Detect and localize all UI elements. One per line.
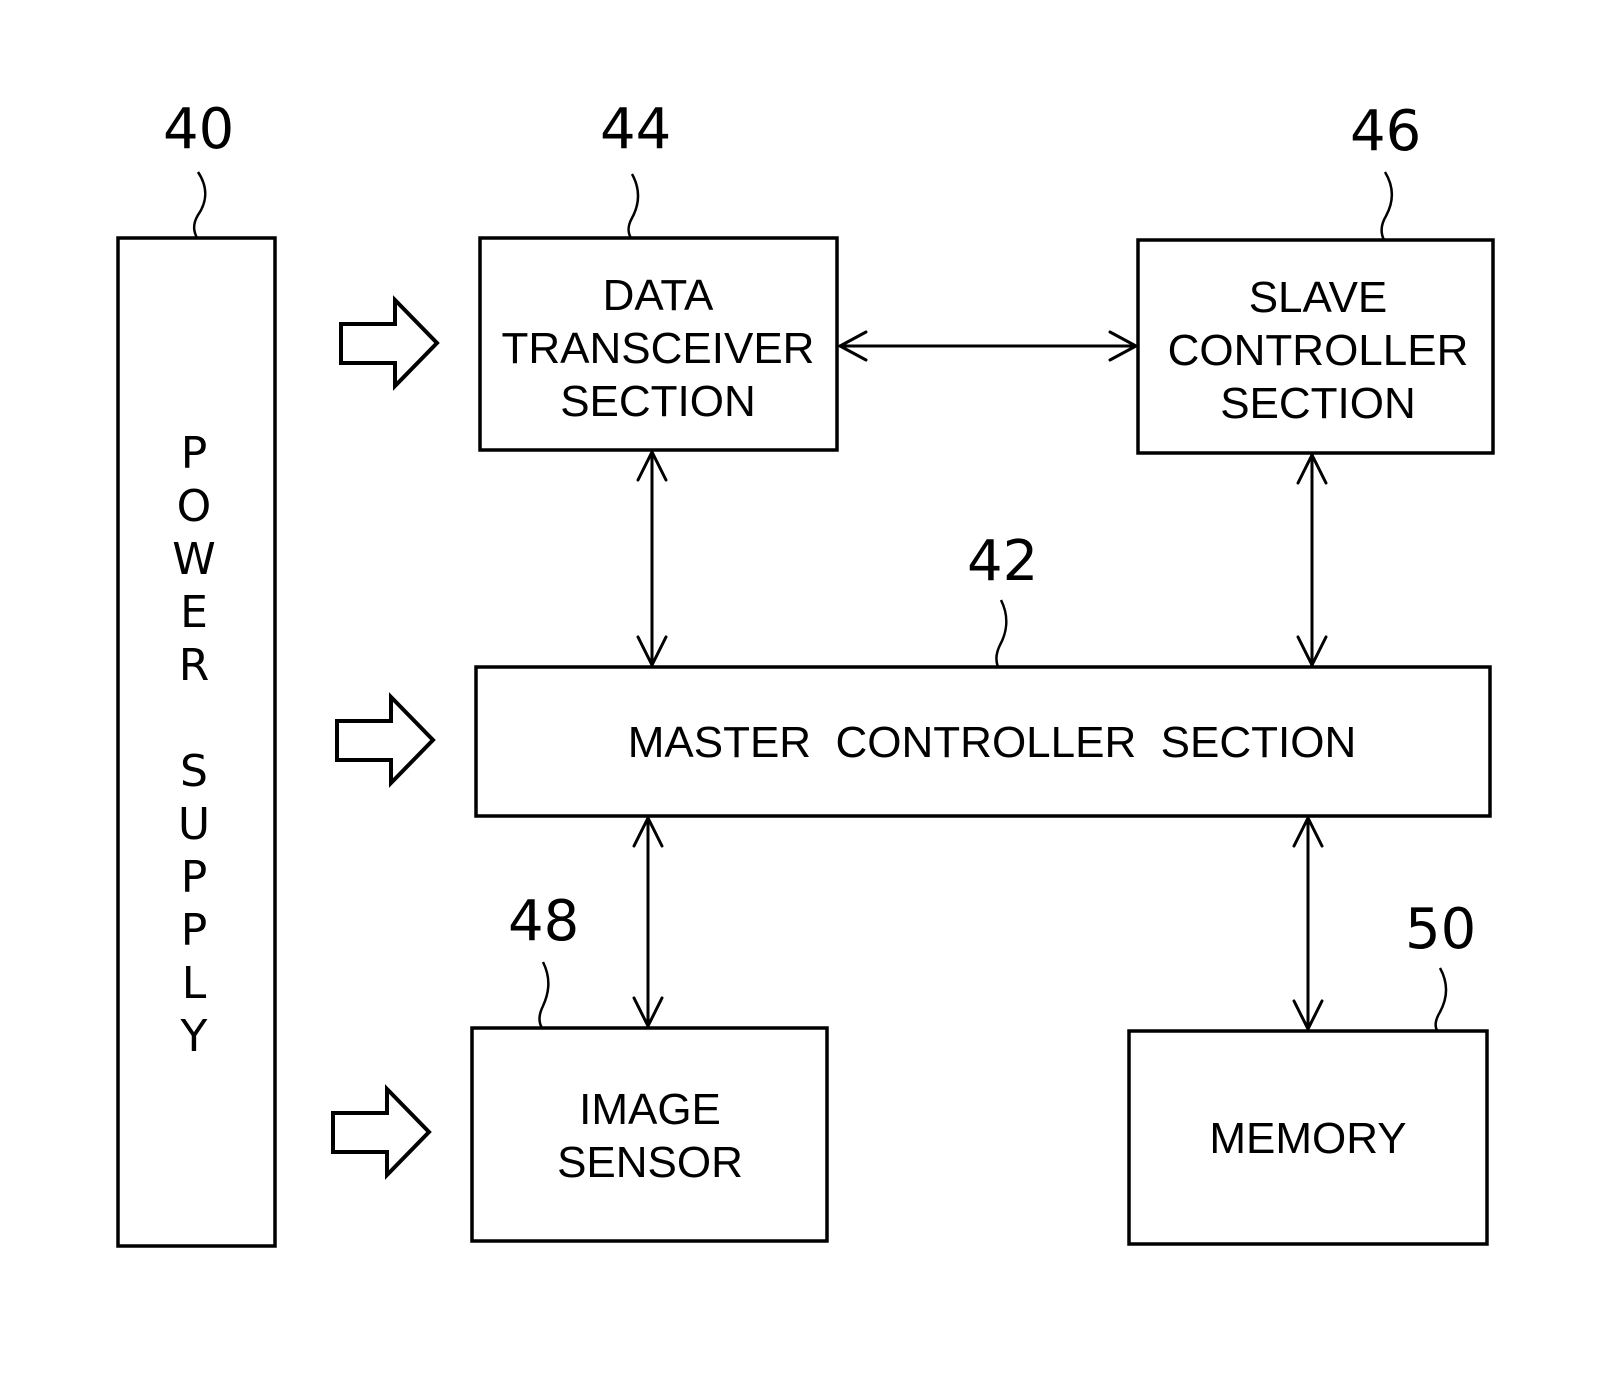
connector-transceiver-slave bbox=[836, 330, 1140, 362]
data-transceiver-block: DATA TRANSCEIVER SECTION bbox=[478, 236, 839, 452]
power-feed-arrow-icon bbox=[335, 692, 436, 788]
connector-master-image-sensor bbox=[632, 814, 664, 1030]
ref-42: 42 bbox=[967, 529, 1038, 594]
ref-46: 46 bbox=[1350, 99, 1421, 164]
power-supply-letter: P bbox=[181, 905, 208, 956]
image-sensor-label-line-1: IMAGE bbox=[579, 1085, 721, 1134]
image-sensor-box bbox=[470, 1026, 829, 1243]
ref-50: 50 bbox=[1405, 897, 1476, 962]
power-supply-letter: Y bbox=[180, 1011, 208, 1062]
slave-controller-label-line-2: CONTROLLER bbox=[1168, 326, 1469, 375]
power-supply-letter: E bbox=[180, 587, 208, 638]
image-sensor-block: IMAGE SENSOR bbox=[470, 1026, 829, 1243]
master-controller-block: MASTER CONTROLLER SECTION bbox=[474, 665, 1492, 818]
ref-44: 44 bbox=[600, 97, 671, 162]
power-supply-letter: R bbox=[179, 640, 210, 691]
power-feed-arrow-icon bbox=[339, 295, 440, 391]
slave-controller-block: SLAVE CONTROLLER SECTION bbox=[1136, 238, 1495, 455]
data-transceiver-label-line-3: SECTION bbox=[560, 377, 756, 426]
image-sensor-label-line-2: SENSOR bbox=[557, 1138, 743, 1187]
power-feed-arrow-icon bbox=[331, 1084, 432, 1180]
memory-label: MEMORY bbox=[1209, 1114, 1406, 1163]
block-diagram: POWERSUPPLY 40 DATA TRANSCEIVER SECTION … bbox=[116, 97, 1495, 1248]
leader-line-50 bbox=[1434, 967, 1448, 1033]
power-supply-letter: P bbox=[181, 428, 208, 479]
ref-48: 48 bbox=[508, 889, 579, 954]
connector-transceiver-master bbox=[636, 448, 668, 669]
power-supply-letter: P bbox=[181, 852, 208, 903]
leader-line-40 bbox=[192, 171, 207, 239]
power-supply-block: POWERSUPPLY bbox=[116, 236, 277, 1248]
power-supply-letter: L bbox=[182, 958, 207, 1009]
leader-line-42 bbox=[995, 599, 1008, 668]
power-supply-letter: U bbox=[178, 799, 210, 850]
power-supply-letter: S bbox=[180, 746, 208, 797]
leader-line-44 bbox=[627, 173, 640, 239]
ref-40: 40 bbox=[163, 97, 234, 162]
memory-block: MEMORY bbox=[1127, 1029, 1489, 1246]
slave-controller-label-line-1: SLAVE bbox=[1249, 273, 1388, 322]
connector-master-memory bbox=[1292, 814, 1324, 1033]
connector-slave-master bbox=[1296, 451, 1328, 669]
power-supply-box bbox=[116, 236, 277, 1248]
leader-line-48 bbox=[538, 961, 550, 1029]
slave-controller-label-line-3: SECTION bbox=[1220, 379, 1416, 428]
power-supply-letter: O bbox=[177, 481, 212, 532]
data-transceiver-label-line-1: DATA bbox=[603, 271, 714, 320]
power-supply-letter: W bbox=[172, 534, 216, 585]
data-transceiver-label-line-2: TRANSCEIVER bbox=[502, 324, 815, 373]
leader-line-46 bbox=[1380, 171, 1394, 241]
master-controller-label: MASTER CONTROLLER SECTION bbox=[628, 718, 1357, 767]
